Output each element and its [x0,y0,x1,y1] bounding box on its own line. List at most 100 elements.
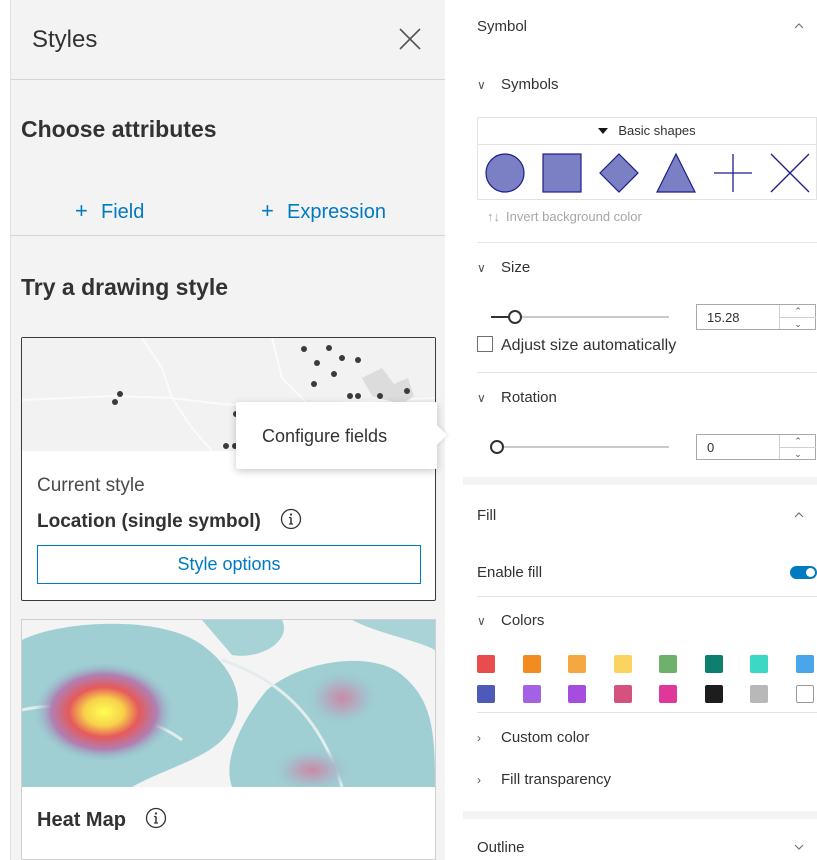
plus-icon: + [75,198,88,223]
color-swatch[interactable] [795,685,814,703]
shape-set-dropdown[interactable]: Basic shapes [477,117,817,144]
chevron-down-icon[interactable] [793,843,805,851]
panel-edge [0,0,11,860]
rotation-subsection-toggle[interactable]: ∨ Rotation [477,389,557,406]
size-subsection-toggle[interactable]: ∨ Size [477,259,530,276]
current-style-label: Current style [37,475,145,496]
chevron-down-icon: ∨ [477,614,486,628]
adjust-size-label: Adjust size automatically [501,337,677,354]
chevron-right-icon: › [477,773,481,787]
chevron-up-icon[interactable] [793,22,805,30]
add-attribute-row: + Field + Expression [11,196,445,236]
color-swatch[interactable] [659,685,677,703]
symbol-section-heading: Symbol [477,18,528,35]
rotation-input[interactable]: ⌃ ⌄ [696,434,816,460]
current-style-card[interactable]: Current style Location (single symbol) S… [21,337,436,601]
fill-section-heading: Fill [477,507,497,524]
add-expression-button[interactable]: + Expression [261,198,386,224]
style-name-row: Location (single symbol) [37,508,302,533]
enable-fill-label: Enable fill [477,564,543,581]
chevron-down-icon[interactable]: ⌄ [780,447,816,459]
heat-map-card[interactable]: Heat Map [21,619,436,860]
styles-panel: Styles Choose attributes + Field + Express… [0,0,447,860]
divider [477,372,817,373]
color-swatch[interactable] [613,685,632,703]
symbol-style-panel: Symbol ∨ Symbols Basic shapes ↑↓ Invert ba… [463,0,817,860]
symbols-subsection-toggle[interactable]: ∨ Symbols [477,76,559,93]
color-swatch[interactable] [613,655,632,673]
chevron-down-icon: ∨ [477,391,486,405]
color-swatch[interactable] [477,655,495,673]
chevron-up-icon[interactable]: ⌃ [780,435,816,447]
size-stepper: ⌃ ⌄ [779,305,816,329]
color-swatch[interactable] [477,685,495,703]
info-icon[interactable] [280,508,302,530]
tooltip-text: Configure fields [262,426,388,446]
color-swatch[interactable] [568,685,586,703]
adjust-size-checkbox[interactable] [477,336,493,352]
invert-label: Invert background color [506,209,642,224]
chevron-down-icon: ∨ [477,78,486,92]
custom-color-label: Custom color [501,729,590,746]
color-swatch[interactable] [568,655,586,673]
heat-map-name-row: Heat Map [37,807,167,832]
choose-attributes-heading: Choose attributes [21,116,217,142]
color-swatch[interactable] [522,655,541,673]
color-swatch[interactable] [522,685,541,703]
fill-transparency-toggle[interactable]: › Fill transparency [477,771,611,788]
color-swatch[interactable] [750,685,768,703]
panel-title: Styles [32,26,98,53]
close-icon[interactable] [397,26,423,52]
rotation-value-field[interactable] [697,435,779,459]
caret-down-icon [598,128,609,134]
plus-icon[interactable] [710,150,756,196]
custom-color-toggle[interactable]: › Custom color [477,729,589,746]
fill-transparency-label: Fill transparency [501,771,612,788]
outline-section-heading: Outline [477,839,525,856]
size-input[interactable]: ⌃ ⌄ [696,304,816,330]
add-field-label: Field [101,201,145,223]
size-slider-thumb[interactable] [508,310,523,324]
square-icon[interactable] [539,150,585,196]
style-options-button[interactable]: Style options [37,545,421,584]
divider [477,596,817,597]
chevron-down-icon[interactable]: ⌄ [780,317,816,329]
symbols-heading: Symbols [501,76,559,93]
size-heading: Size [501,259,531,276]
invert-background-button[interactable]: ↑↓ Invert background color [487,209,642,224]
rotation-slider-thumb[interactable] [490,440,504,454]
chevron-right-icon: › [477,731,481,745]
section-separator [463,477,817,485]
triangle-icon[interactable] [653,150,699,196]
diamond-icon[interactable] [596,150,642,196]
colors-subsection-toggle[interactable]: ∨ Colors [477,612,544,629]
colors-heading: Colors [501,612,545,629]
swap-arrows-icon: ↑↓ [487,209,500,224]
add-field-button[interactable]: + Field [75,198,144,224]
rotation-slider-track[interactable] [491,446,669,448]
style-name: Heat Map [37,809,126,831]
shape-set-value: Basic shapes [618,123,696,138]
drawing-style-heading: Try a drawing style [21,274,229,300]
enable-fill-toggle[interactable] [790,566,817,579]
divider [477,242,817,243]
divider [477,712,817,713]
chevron-up-icon[interactable]: ⌃ [780,305,816,317]
color-swatch[interactable] [704,685,723,703]
color-swatch[interactable] [704,655,723,673]
heat-map-preview [22,620,435,787]
color-swatch[interactable] [750,655,768,673]
toggle-knob [806,568,815,577]
x-icon[interactable] [767,150,813,196]
chevron-up-icon[interactable] [793,511,805,519]
size-value-field[interactable] [697,305,779,329]
style-name: Location (single symbol) [37,511,261,532]
info-icon[interactable] [145,807,167,829]
color-swatch[interactable] [795,655,814,673]
color-swatch[interactable] [659,655,677,673]
adjust-size-checkbox-row[interactable]: Adjust size automatically [477,336,676,355]
configure-fields-tooltip: Configure fields [236,402,447,469]
add-expression-label: Expression [287,201,386,223]
circle-icon[interactable] [482,150,528,196]
chevron-down-icon: ∨ [477,261,486,275]
